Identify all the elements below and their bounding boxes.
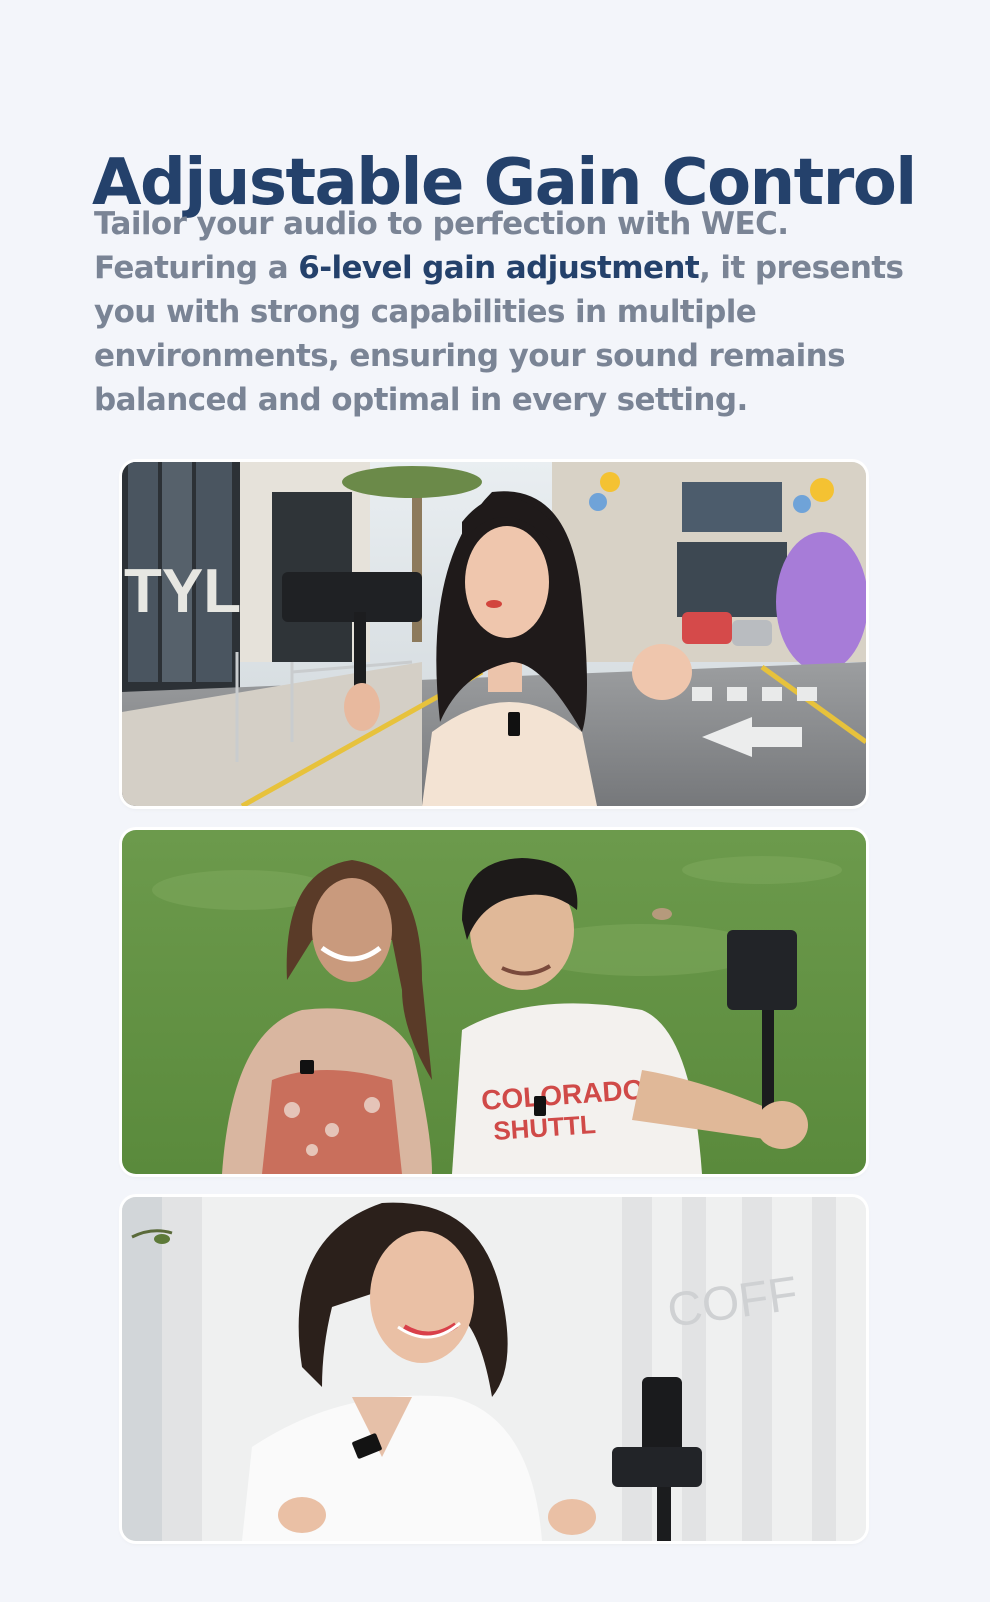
indoor-scene-illustration: COFF <box>122 1197 866 1541</box>
description-pre-highlight: Featuring a <box>94 250 299 286</box>
photo-park-interview: COLORADO SHUTTL <box>122 830 866 1174</box>
feature-description: Tailor your audio to perfection with WEC… <box>94 202 974 422</box>
photo-indoor-vlogging: COFF <box>122 1197 866 1541</box>
description-line-1: Tailor your audio to perfection with WEC… <box>94 206 789 242</box>
street-scene-illustration: TYLE <box>122 462 866 806</box>
photo-street-vlogging: TYLE <box>122 462 866 806</box>
description-highlight: 6-level gain adjustment <box>298 250 700 286</box>
park-scene-illustration: COLORADO SHUTTL <box>122 830 866 1174</box>
